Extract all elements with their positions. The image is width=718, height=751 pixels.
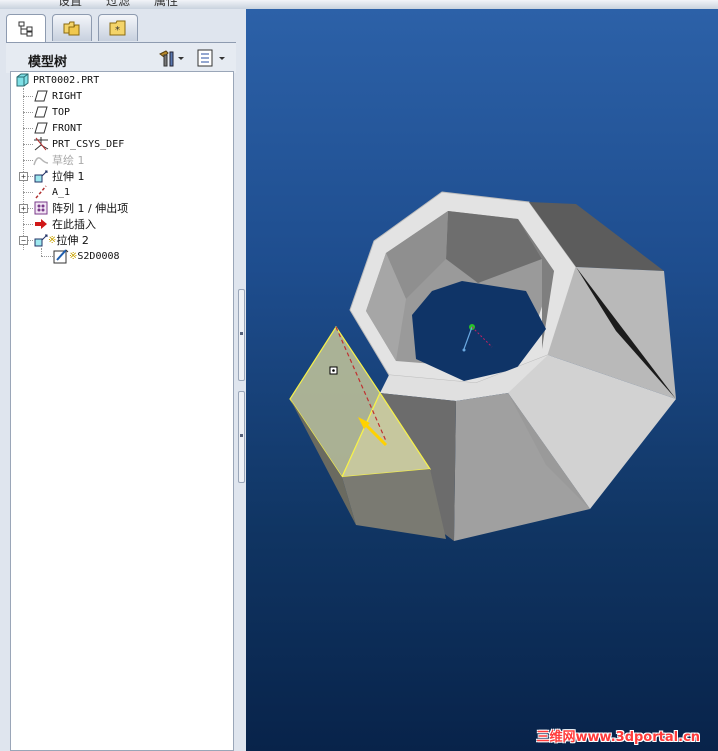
tree-item-sketch-1[interactable]: 草绘 1 <box>33 152 85 168</box>
menu-item-properties[interactable]: 属性 <box>154 0 178 9</box>
tree-guide-line <box>23 128 33 129</box>
datum-plane-icon <box>33 120 49 136</box>
show-button[interactable] <box>196 47 228 69</box>
tree-item-label: 拉伸 1 <box>52 170 85 183</box>
tree-guide-line <box>23 96 33 97</box>
section-sketch-icon <box>53 248 69 264</box>
datum-plane-icon <box>33 88 49 104</box>
tree-item-label: A_1 <box>52 186 71 198</box>
collapse-toggle[interactable]: − <box>19 236 28 245</box>
insert-here-arrow-icon <box>33 216 49 232</box>
tree-item-section[interactable]: ※ S2D0008 <box>53 248 120 264</box>
navigator-tabs: * <box>6 14 242 43</box>
folder-browser-tab[interactable] <box>52 14 92 41</box>
panel-splitter[interactable] <box>236 9 246 751</box>
expand-toggle[interactable]: + <box>19 204 28 213</box>
tree-item-right[interactable]: RIGHT <box>33 88 82 104</box>
folder-browser-icon <box>63 21 80 36</box>
tree-item-axis[interactable]: A_1 <box>33 184 70 200</box>
datum-axis-icon <box>33 184 49 200</box>
regen-marker-icon: ※ <box>69 250 78 262</box>
model-tree-icon <box>18 21 33 37</box>
extrude-icon <box>33 168 49 184</box>
tree-guide-line <box>23 160 33 161</box>
tree-item-label: 草绘 1 <box>52 154 85 167</box>
model-render <box>289 191 676 541</box>
tools-dropdown-icon <box>159 50 184 67</box>
settings-button[interactable] <box>158 47 186 69</box>
tree-item-csys[interactable]: PRT_CSYS_DEF <box>33 136 124 152</box>
coordinate-system-icon <box>33 136 49 152</box>
pattern-icon <box>33 200 49 216</box>
expand-toggle[interactable]: + <box>19 172 28 181</box>
show-list-dropdown-icon <box>197 49 225 67</box>
svg-text:*: * <box>115 25 120 36</box>
tree-root[interactable]: PRT0002.PRT <box>14 72 99 88</box>
tree-item-extrude-2[interactable]: ※ 拉伸 2 <box>33 232 89 248</box>
graphics-viewport[interactable]: 三维网www.3dportal.cn <box>246 9 718 751</box>
tree-item-label: S2D0008 <box>77 250 120 262</box>
tree-guide-line <box>23 224 33 225</box>
sketch-icon <box>33 152 49 168</box>
splitter-grip-lower[interactable] <box>238 391 245 483</box>
tree-item-front[interactable]: FRONT <box>33 120 82 136</box>
splitter-grip-upper[interactable] <box>238 289 245 381</box>
navigator-panel: * 模型树 PRT0002.PRT RIGHT TOP FRONT PRT_CS… <box>0 9 244 751</box>
favorites-tab[interactable]: * <box>98 14 138 41</box>
tree-guide-line <box>23 192 33 193</box>
model-tree-header: 模型树 <box>6 42 238 73</box>
datum-plane-icon <box>33 104 49 120</box>
watermark: 三维网www.3dportal.cn <box>536 730 700 745</box>
tree-guide-line <box>41 256 53 257</box>
favorites-icon: * <box>109 20 126 36</box>
tree-item-label: PRT_CSYS_DEF <box>52 138 125 150</box>
tree-item-label: 拉伸 2 <box>56 234 89 247</box>
tree-root-label: PRT0002.PRT <box>33 74 100 86</box>
tree-item-label: FRONT <box>52 122 83 134</box>
tree-item-top[interactable]: TOP <box>33 104 70 120</box>
tree-item-label: RIGHT <box>52 90 83 102</box>
model-tree-tab[interactable] <box>6 14 46 43</box>
tree-item-insert-here[interactable]: 在此插入 <box>33 216 96 232</box>
regen-marker-icon: ※ <box>48 234 57 246</box>
part-icon <box>14 72 30 88</box>
model-tree: PRT0002.PRT RIGHT TOP FRONT PRT_CSYS_DEF… <box>10 71 234 751</box>
tree-item-pattern-1[interactable]: 阵列 1 / 伸出项 <box>33 200 128 216</box>
tree-guide-line <box>23 144 33 145</box>
panel-title: 模型树 <box>28 55 68 70</box>
tree-item-label: 在此插入 <box>52 218 96 231</box>
tree-guide-line <box>23 112 33 113</box>
menu-item-settings[interactable]: 设置 <box>58 0 82 9</box>
tree-guide-line <box>41 248 42 256</box>
tree-item-label: TOP <box>52 106 71 118</box>
tree-item-label: 阵列 1 / 伸出项 <box>52 202 129 215</box>
menu-item-filter[interactable]: 过滤 <box>106 0 130 9</box>
tree-item-extrude-1[interactable]: 拉伸 1 <box>33 168 85 184</box>
extrude-icon <box>33 232 49 248</box>
